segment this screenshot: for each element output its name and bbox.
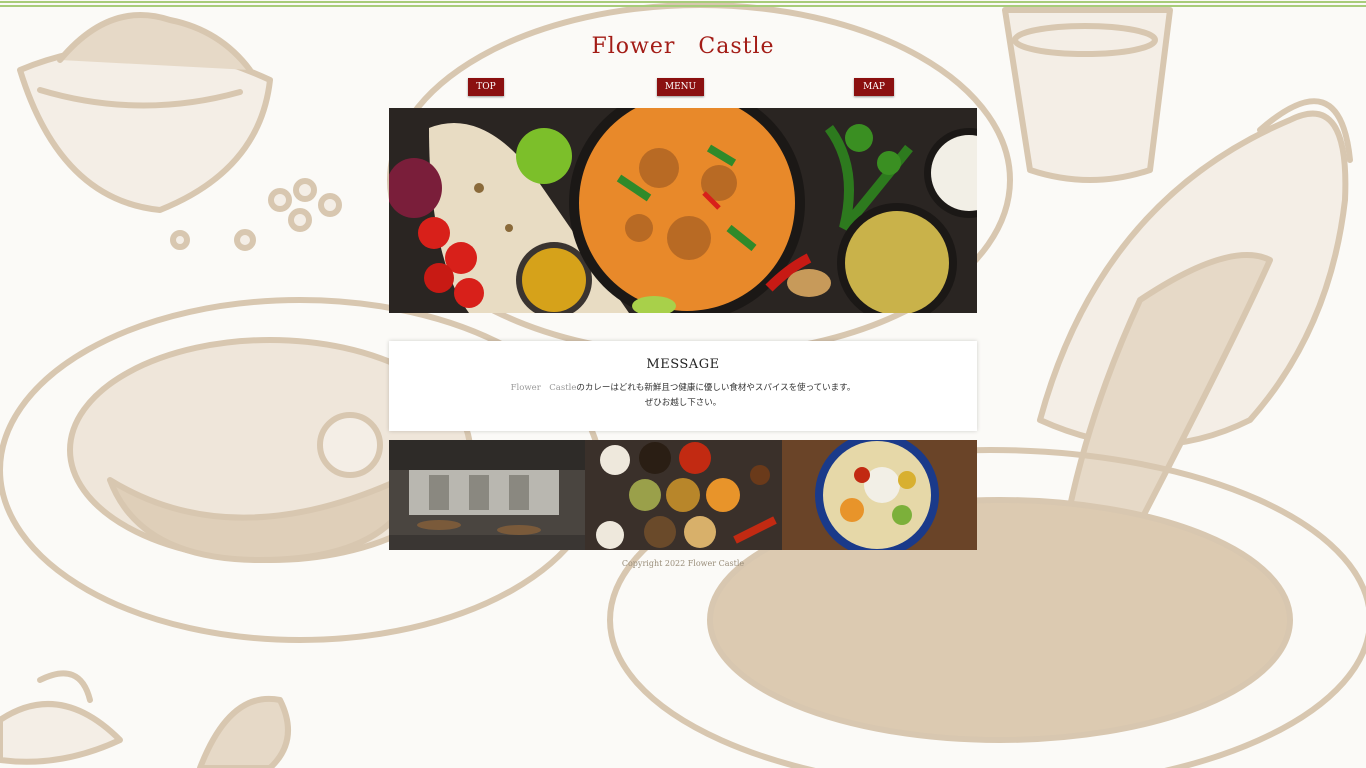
gallery-restaurant-interior-image <box>389 440 585 550</box>
nav-map-button[interactable]: MAP <box>854 78 894 96</box>
message-line1: のカレーはどれも新鮮且つ健康に優しい食材やスパイスを使っています。 <box>576 383 856 393</box>
photo-gallery <box>389 440 977 550</box>
message-shop-name: Flower Castle <box>510 383 577 393</box>
message-heading: MESSAGE <box>646 357 720 372</box>
hero-curry-image <box>389 108 977 313</box>
top-decorative-lines <box>0 0 1366 8</box>
message-section: MESSAGE Flower Castleのカレーはどれも新鮮且つ健康に優しい食… <box>389 341 977 431</box>
site-title: Flower Castle <box>591 34 775 59</box>
gallery-spices-image <box>585 440 782 550</box>
gallery-curry-plate-image <box>782 440 977 550</box>
message-body: Flower Castleのカレーはどれも新鮮且つ健康に優しい食材やスパイスを使… <box>389 381 977 411</box>
nav-top-button[interactable]: TOP <box>468 78 504 96</box>
message-line2: ぜひお越し下さい。 <box>644 398 722 408</box>
nav-menu-button[interactable]: MENU <box>657 78 704 96</box>
footer-copyright: Copyright 2022 Flower Castle <box>621 559 745 568</box>
